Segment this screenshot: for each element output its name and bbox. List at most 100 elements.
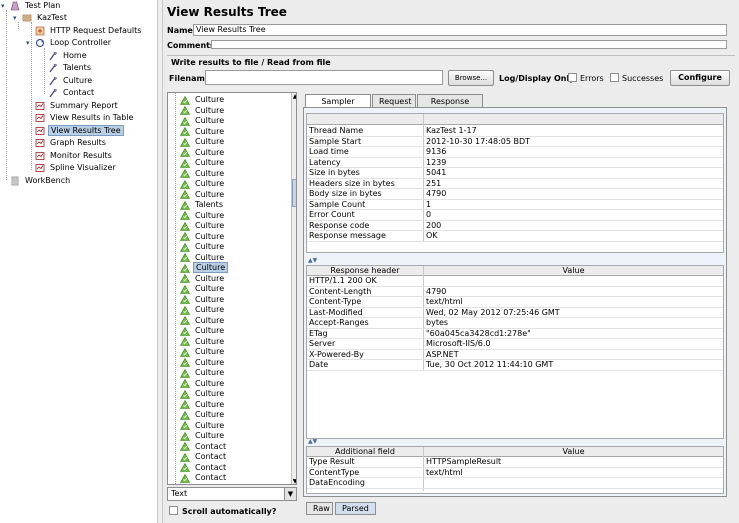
table-row[interactable]: Response message OK xyxy=(307,231,723,242)
tab-parsed[interactable]: Parsed xyxy=(335,502,376,515)
scroll-down-icon[interactable]: ▼ xyxy=(292,478,296,484)
list-item[interactable]: Culture xyxy=(179,379,226,390)
list-item[interactable]: Culture xyxy=(179,358,226,369)
expand-toggle-icon[interactable]: ▾ xyxy=(1,3,8,10)
list-item[interactable]: Culture xyxy=(179,262,229,274)
sample-results-list[interactable]: Culture Culture Culture Culture Culture Cultu… xyxy=(167,92,297,485)
list-item[interactable]: Culture xyxy=(179,106,226,117)
list-item[interactable]: Talents xyxy=(179,200,225,211)
table-row[interactable]: Date Tue, 30 Oct 2012 11:44:10 GMT xyxy=(307,360,723,371)
filename-input[interactable] xyxy=(205,70,443,85)
successes-checkbox[interactable] xyxy=(610,73,619,82)
tab-raw[interactable]: Raw xyxy=(306,502,333,515)
table-row[interactable]: Type Result HTTPSampleResult xyxy=(307,457,723,468)
list-item[interactable]: Culture xyxy=(179,169,226,180)
list-item[interactable]: Culture xyxy=(179,389,226,400)
list-item[interactable]: Contact xyxy=(179,463,228,474)
table-row[interactable]: X-Powered-By ASP.NET xyxy=(307,350,723,360)
sample-list-scrollbar[interactable]: ▲ ▼ xyxy=(291,93,296,484)
table-row[interactable]: Load time 9136 xyxy=(307,147,723,158)
table-row[interactable]: Accept-Ranges bytes xyxy=(307,318,723,329)
expand-toggle-icon[interactable]: ▾ xyxy=(26,40,33,47)
tab-request[interactable]: Request xyxy=(372,94,416,108)
table-row[interactable]: ETag "60a045ca3428cd1:278e" xyxy=(307,329,723,339)
tree-node[interactable]: Test Plan xyxy=(10,0,62,12)
list-item[interactable]: Culture xyxy=(179,148,226,159)
list-item[interactable]: Culture xyxy=(179,421,226,432)
column-header[interactable]: Response header xyxy=(307,266,423,276)
table-row[interactable]: Latency 1239 xyxy=(307,158,723,168)
tree-node[interactable]: Culture xyxy=(48,75,94,87)
tree-node[interactable]: Home xyxy=(48,50,89,62)
table-row[interactable]: HTTP/1.1 200 OK xyxy=(307,276,723,287)
table-row[interactable]: Response code 200 xyxy=(307,221,723,231)
list-item[interactable]: Contact xyxy=(179,442,228,453)
tree-node[interactable]: Spline Visualizer xyxy=(35,162,118,174)
renderer-select[interactable]: Text ▼ xyxy=(167,487,297,501)
scroll-up-icon[interactable]: ▲ xyxy=(292,93,296,101)
list-item[interactable]: Culture xyxy=(179,95,226,106)
table-row[interactable]: Thread Name KazTest 1-17 xyxy=(307,126,723,137)
list-item[interactable]: Culture xyxy=(179,347,226,358)
list-item[interactable]: Culture xyxy=(179,242,226,253)
column-header[interactable]: Value xyxy=(424,266,723,276)
scrollbar-thumb[interactable] xyxy=(292,179,296,207)
tree-node[interactable]: HTTP Request Defaults xyxy=(35,25,143,37)
list-item[interactable]: Culture xyxy=(179,179,226,190)
list-item[interactable]: Culture xyxy=(179,368,226,379)
list-item[interactable]: Culture xyxy=(179,431,226,442)
list-item[interactable]: Culture xyxy=(179,305,226,316)
list-item[interactable]: Culture xyxy=(179,232,226,243)
list-item[interactable]: Culture xyxy=(179,221,226,232)
scroll-auto-checkbox[interactable] xyxy=(169,506,178,515)
browse-button[interactable]: Browse... xyxy=(448,70,494,86)
name-field[interactable]: View Results Tree xyxy=(193,24,727,36)
table-row[interactable]: Server Microsoft-IIS/6.0 xyxy=(307,339,723,350)
tree-node[interactable]: WorkBench xyxy=(10,175,72,187)
table-row[interactable]: Sample Start 2012-10-30 17:48:05 BDT xyxy=(307,137,723,147)
tree-node[interactable]: Contact xyxy=(48,87,96,99)
table-row[interactable]: Size in bytes 5041 xyxy=(307,168,723,179)
list-item[interactable]: Culture xyxy=(179,158,226,169)
tree-node[interactable]: Summary Report xyxy=(35,100,120,112)
list-item[interactable]: Culture xyxy=(179,337,226,348)
table-row[interactable]: Headers size in bytes 251 xyxy=(307,179,723,189)
split-arrows-icon[interactable]: ▲▼ xyxy=(308,258,317,264)
list-item[interactable]: Culture xyxy=(179,211,226,222)
chevron-down-icon[interactable]: ▼ xyxy=(284,488,296,500)
table-row[interactable]: Sample Count 1 xyxy=(307,200,723,210)
tree-node[interactable]: View Results Tree xyxy=(35,125,124,137)
test-plan-tree[interactable]: ▾ Test Plan ▾ KazTest HTTP Request Defaults ▾… xyxy=(0,0,157,523)
split-arrows-icon[interactable]: ▲▼ xyxy=(308,439,317,445)
column-header[interactable]: Additional field xyxy=(307,447,423,457)
column-header[interactable]: Value xyxy=(424,447,723,457)
table-row[interactable]: Body size in bytes 4790 xyxy=(307,189,723,200)
tree-node[interactable]: View Results in Table xyxy=(35,112,135,124)
table-row[interactable]: Last-Modified Wed, 02 May 2012 07:25:46 G… xyxy=(307,308,723,318)
list-item[interactable]: Culture xyxy=(179,316,226,327)
table-row[interactable]: Content-Type text/html xyxy=(307,297,723,308)
comments-field[interactable] xyxy=(211,40,727,49)
list-item[interactable]: Culture xyxy=(179,400,226,411)
tab-response-data[interactable]: Response data xyxy=(417,94,483,119)
list-item[interactable]: Culture xyxy=(179,284,226,295)
tab-sampler-result[interactable]: Sampler result xyxy=(305,94,371,119)
list-item[interactable]: Culture xyxy=(179,127,226,138)
expand-toggle-icon[interactable]: ▾ xyxy=(13,15,20,22)
list-item[interactable]: Contact xyxy=(179,473,228,484)
table-row[interactable]: Error Count 0 xyxy=(307,210,723,221)
configure-button[interactable]: Configure xyxy=(670,70,730,86)
tree-node[interactable]: Graph Results xyxy=(35,137,108,149)
list-item[interactable]: Culture xyxy=(179,326,226,337)
table-row[interactable]: DataEncoding xyxy=(307,478,723,489)
table-row[interactable]: Content-Length 4790 xyxy=(307,287,723,297)
list-item[interactable]: Contact xyxy=(179,452,228,463)
table-row[interactable]: ContentType text/html xyxy=(307,468,723,478)
tree-node[interactable]: Talents xyxy=(48,62,93,74)
errors-checkbox[interactable] xyxy=(568,73,577,82)
list-item[interactable]: Culture xyxy=(179,190,226,201)
tree-node[interactable]: KazTest xyxy=(22,12,69,24)
list-item[interactable]: Culture xyxy=(179,410,226,421)
list-item[interactable]: Culture xyxy=(179,295,226,306)
list-item[interactable]: Culture xyxy=(179,137,226,148)
